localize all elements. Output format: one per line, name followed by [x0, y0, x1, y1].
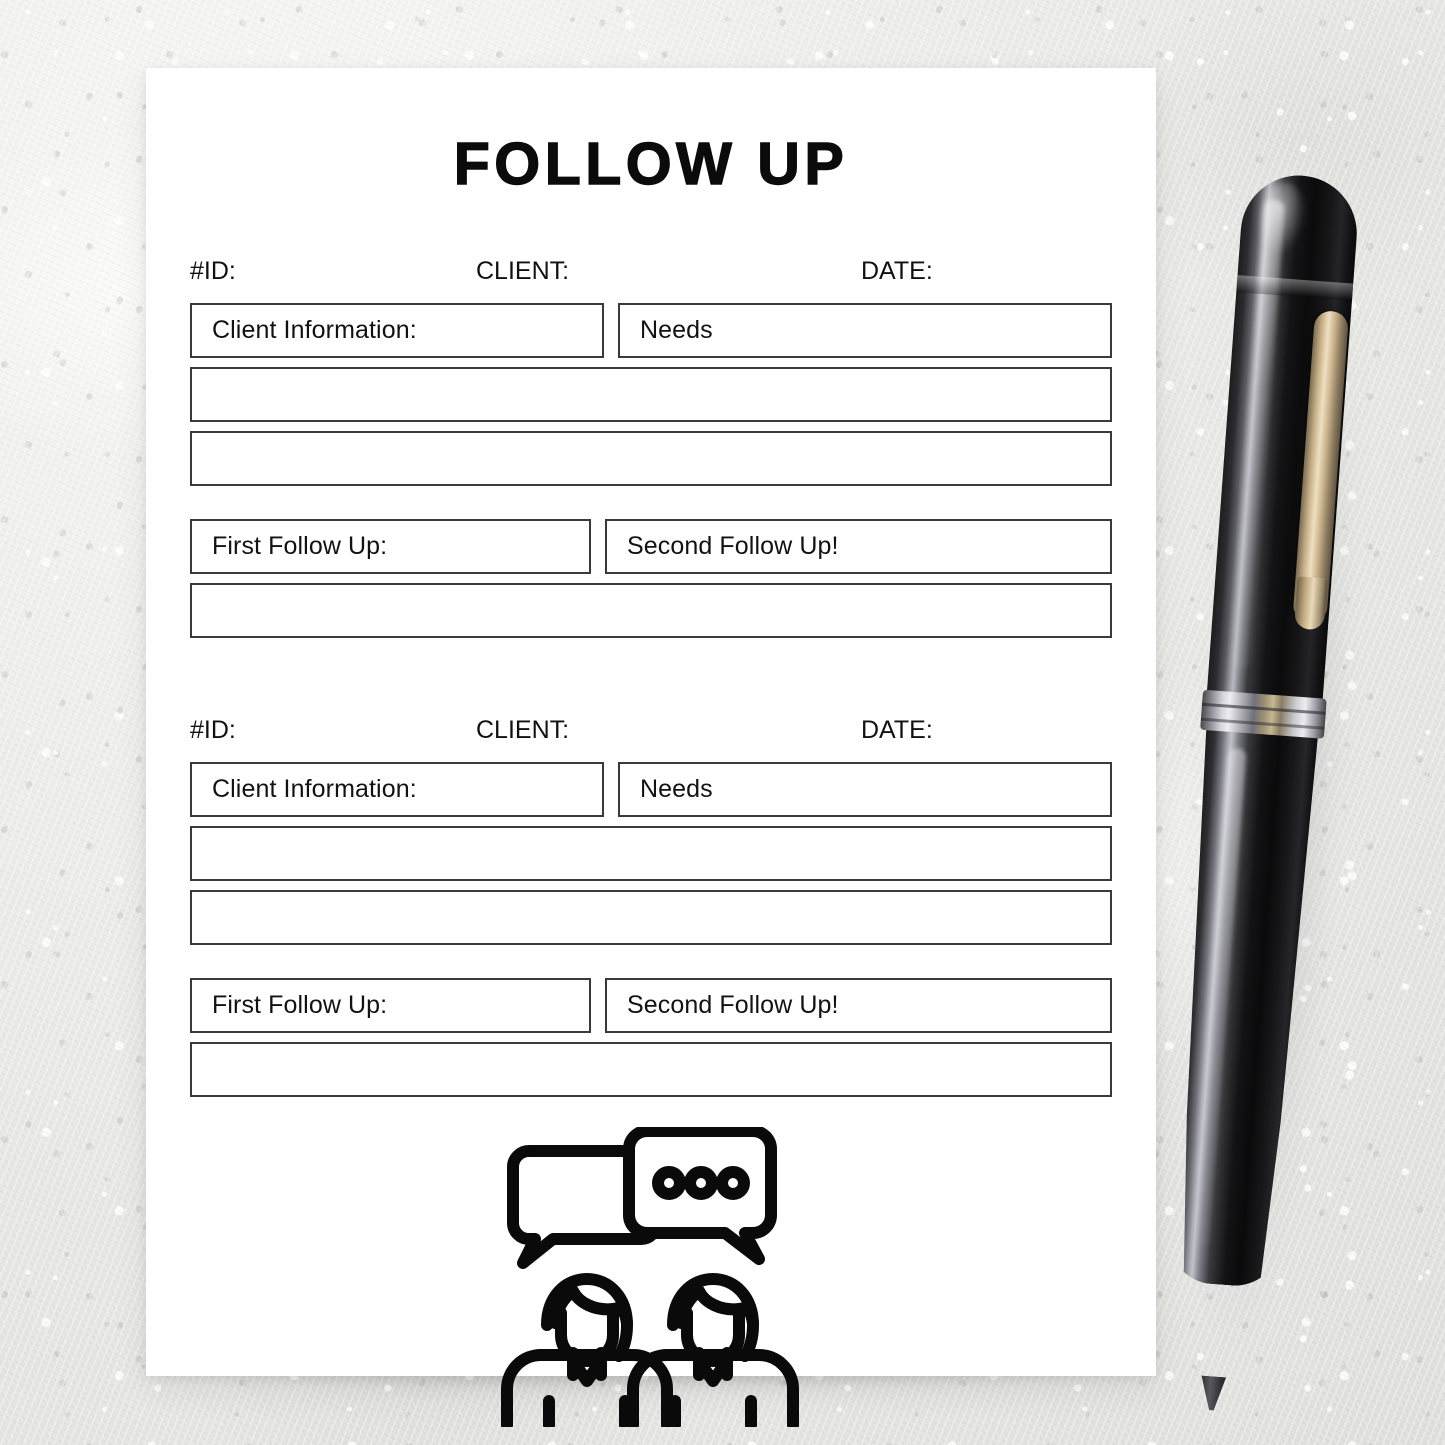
follow-up-notes-line[interactable]: [190, 1042, 1112, 1097]
section-1-row-blank-2: [190, 431, 1112, 486]
section-2-header-row: #ID: CLIENT: DATE:: [190, 715, 1112, 745]
client-information-line-2[interactable]: [190, 890, 1112, 945]
second-follow-up-field[interactable]: Second Follow Up!: [605, 519, 1112, 574]
pen-clip-tip: [1293, 576, 1328, 631]
footer-icon-wrap: [146, 1127, 1156, 1427]
date-label: DATE:: [861, 716, 933, 744]
section-2-row-blank-1: [190, 826, 1112, 881]
client-label: CLIENT:: [476, 257, 570, 285]
client-information-field[interactable]: Client Information:: [190, 303, 604, 358]
client-label: CLIENT:: [476, 716, 570, 744]
id-label: #ID:: [190, 716, 236, 744]
section-2-follow-up-labels: First Follow Up: Second Follow Up!: [190, 978, 1112, 1033]
section-1-follow-up-labels: First Follow Up: Second Follow Up!: [190, 519, 1112, 574]
second-follow-up-field[interactable]: Second Follow Up!: [605, 978, 1112, 1033]
date-label: DATE:: [861, 257, 933, 285]
client-information-line-1[interactable]: [190, 367, 1112, 422]
section-1-follow-up-notes-row: [190, 583, 1112, 638]
scene: FOLLOW UP #ID: CLIENT: DATE: Client Info…: [0, 0, 1445, 1445]
follow-up-section-1: #ID: CLIENT: DATE: Client Information: N…: [146, 256, 1156, 638]
first-follow-up-field[interactable]: First Follow Up:: [190, 978, 591, 1033]
section-2-follow-up-notes-row: [190, 1042, 1112, 1097]
page-title: FOLLOW UP: [453, 131, 849, 197]
first-follow-up-field[interactable]: First Follow Up:: [190, 519, 591, 574]
client-information-line-2[interactable]: [190, 431, 1112, 486]
section-1-row-blank-1: [190, 367, 1112, 422]
section-2-row-blank-2: [190, 890, 1112, 945]
needs-field[interactable]: Needs: [618, 762, 1112, 817]
follow-up-notes-line[interactable]: [190, 583, 1112, 638]
section-1-row-labels: Client Information: Needs: [190, 303, 1112, 358]
client-information-field[interactable]: Client Information:: [190, 762, 604, 817]
follow-up-section-2: #ID: CLIENT: DATE: Client Information: N…: [146, 715, 1156, 1097]
section-2-row-labels: Client Information: Needs: [190, 762, 1112, 817]
section-1-spacer: [190, 486, 1112, 519]
section-1-header-row: #ID: CLIENT: DATE:: [190, 256, 1112, 286]
section-2-spacer: [190, 945, 1112, 978]
needs-field[interactable]: Needs: [618, 303, 1112, 358]
client-information-line-1[interactable]: [190, 826, 1112, 881]
printable-form-sheet: FOLLOW UP #ID: CLIENT: DATE: Client Info…: [146, 68, 1156, 1427]
two-people-conversation-icon: [501, 1127, 799, 1427]
id-label: #ID:: [190, 257, 236, 285]
